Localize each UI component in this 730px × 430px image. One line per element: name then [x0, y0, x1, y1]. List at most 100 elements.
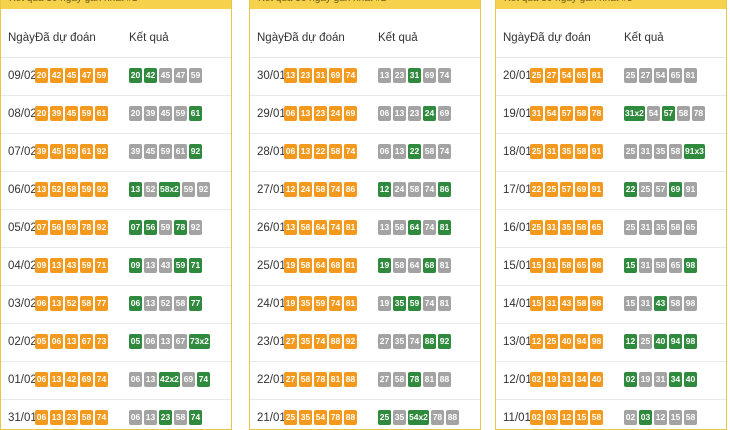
matched-number-badge: 91x3	[684, 144, 705, 159]
predicted-number-badge: 81	[590, 68, 603, 83]
predicted-number-badge: 13	[299, 106, 312, 121]
predicted-number-badge: 94	[575, 334, 588, 349]
unmatched-number-badge: 69	[438, 106, 451, 121]
predicted-number-badge: 78	[314, 372, 327, 387]
predicted-number-badge: 61	[80, 144, 93, 159]
predicted-number-badge: 06	[35, 372, 48, 387]
unmatched-number-badge: 13	[144, 296, 157, 311]
predicted-numbers: 13 58 64 74 81	[284, 220, 357, 235]
predicted-number-badge: 22	[530, 182, 543, 197]
unmatched-number-badge: 25	[624, 68, 637, 83]
unmatched-number-badge: 39	[129, 144, 142, 159]
result-row: 12/01 02 19 31 34 40 02 19 31 34 40	[496, 362, 726, 400]
predicted-number-badge: 77	[95, 296, 108, 311]
row-date: 18/01	[503, 146, 532, 158]
matched-number-badge: 02	[624, 372, 637, 387]
unmatched-number-badge: 61	[174, 144, 187, 159]
unmatched-number-badge: 81	[438, 296, 451, 311]
predicted-number-badge: 81	[329, 372, 342, 387]
unmatched-number-badge: 88	[438, 372, 451, 387]
result-row: 23/01 27 35 74 88 92 27 35 74 88 92	[250, 324, 480, 362]
row-date: 29/01	[257, 108, 286, 120]
row-date: 16/01	[503, 222, 532, 234]
predicted-number-badge: 91	[590, 144, 603, 159]
unmatched-number-badge: 06	[378, 144, 391, 159]
result-row: 28/01 06 13 22 58 74 06 13 22 58 74	[250, 134, 480, 172]
unmatched-number-badge: 35	[654, 144, 667, 159]
predicted-number-badge: 19	[284, 258, 297, 273]
predicted-number-badge: 25	[530, 144, 543, 159]
result-row: 18/01 25 31 35 58 91 25 31 35 58 91x3	[496, 134, 726, 172]
predicted-number-badge: 23	[299, 68, 312, 83]
column-header-predicted: Đã dự đoán	[530, 32, 591, 44]
unmatched-number-badge: 35	[393, 334, 406, 349]
matched-number-badge: 74	[189, 410, 202, 425]
predicted-number-badge: 05	[35, 334, 48, 349]
predicted-number-badge: 13	[50, 258, 63, 273]
result-numbers: 27 58 78 81 88	[378, 372, 451, 387]
matched-number-badge: 13	[129, 182, 142, 197]
unmatched-number-badge: 31	[639, 296, 652, 311]
unmatched-number-badge: 13	[393, 144, 406, 159]
predicted-number-badge: 25	[545, 334, 558, 349]
predicted-number-badge: 58	[575, 296, 588, 311]
unmatched-number-badge: 74	[438, 144, 451, 159]
results-panel-1: Kết quả 30 ngày gần nhất #1 NgàyĐã dự đoá…	[0, 0, 232, 430]
unmatched-number-badge: 59	[189, 68, 202, 83]
matched-number-badge: 12	[624, 334, 637, 349]
predicted-number-badge: 64	[314, 220, 327, 235]
predicted-numbers: 02 03 12 15 58	[530, 410, 603, 425]
matched-number-badge: 40	[654, 334, 667, 349]
result-numbers: 31x2 54 57 58 78	[624, 106, 705, 121]
predicted-number-badge: 58	[575, 144, 588, 159]
unmatched-number-badge: 24	[393, 182, 406, 197]
matched-number-badge: 09	[129, 258, 142, 273]
predicted-numbers: 06 13 22 58 74	[284, 144, 357, 159]
unmatched-number-badge: 15	[669, 410, 682, 425]
result-numbers: 09 13 43 59 71	[129, 258, 202, 273]
matched-number-badge: 64	[408, 220, 421, 235]
predicted-number-badge: 12	[530, 334, 543, 349]
result-numbers: 20 39 45 59 61	[129, 106, 202, 121]
predicted-numbers: 06 13 52 58 77	[35, 296, 108, 311]
matched-number-badge: 58x2	[159, 182, 180, 197]
predicted-number-badge: 43	[560, 296, 573, 311]
predicted-number-badge: 31	[545, 144, 558, 159]
matched-number-badge: 56	[144, 220, 157, 235]
unmatched-number-badge: 47	[174, 68, 187, 83]
unmatched-number-badge: 25	[624, 144, 637, 159]
predicted-number-badge: 69	[575, 182, 588, 197]
matched-number-badge: 94	[669, 334, 682, 349]
predicted-numbers: 13 52 58 59 92	[35, 182, 108, 197]
unmatched-number-badge: 58	[408, 182, 421, 197]
row-date: 13/01	[503, 336, 532, 348]
unmatched-number-badge: 65	[684, 220, 697, 235]
predicted-number-badge: 23	[314, 106, 327, 121]
predicted-number-badge: 58	[590, 410, 603, 425]
unmatched-number-badge: 74	[423, 182, 436, 197]
matched-number-badge: 03	[639, 410, 652, 425]
predicted-number-badge: 69	[344, 106, 357, 121]
predicted-numbers: 27 35 74 88 92	[284, 334, 357, 349]
unmatched-number-badge: 74	[423, 296, 436, 311]
matched-number-badge: 43	[654, 296, 667, 311]
result-row: 03/02 06 13 52 58 77 06 13 52 58 77	[1, 286, 231, 324]
predicted-number-badge: 59	[80, 258, 93, 273]
predicted-numbers: 09 13 43 59 71	[35, 258, 108, 273]
predicted-number-badge: 42	[50, 68, 63, 83]
row-date: 26/01	[257, 222, 286, 234]
unmatched-number-badge: 13	[144, 258, 157, 273]
result-numbers: 27 35 74 88 92	[378, 334, 451, 349]
predicted-number-badge: 59	[80, 182, 93, 197]
predicted-number-badge: 19	[545, 372, 558, 387]
predicted-number-badge: 58	[575, 106, 588, 121]
predicted-number-badge: 23	[65, 410, 78, 425]
predicted-number-badge: 81	[344, 220, 357, 235]
row-date: 19/01	[503, 108, 532, 120]
predicted-number-badge: 91	[590, 182, 603, 197]
matched-number-badge: 06	[129, 296, 142, 311]
predicted-number-badge: 06	[35, 296, 48, 311]
predicted-number-badge: 58	[575, 220, 588, 235]
predicted-number-badge: 12	[284, 182, 297, 197]
result-row: 30/01 13 23 31 69 74 13 23 31 69 74	[250, 58, 480, 96]
